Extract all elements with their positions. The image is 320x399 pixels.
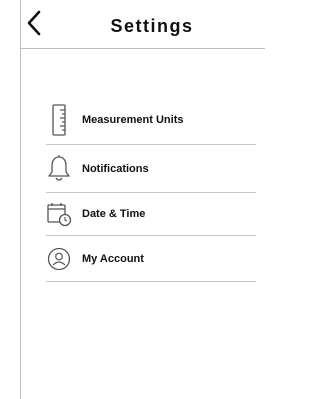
menu-item-label: My Account <box>82 252 144 265</box>
menu-item-my-account[interactable]: My Account <box>46 236 256 282</box>
settings-menu: Measurement Units Notifications Date & T… <box>46 96 256 282</box>
page-title: Settings <box>110 16 194 36</box>
header-bar: Settings <box>21 0 265 49</box>
left-frame-border <box>20 0 21 399</box>
menu-item-label: Date & Time <box>82 208 146 220</box>
menu-item-label: Notifications <box>82 162 149 175</box>
calendar-clock-icon <box>46 201 72 227</box>
bell-icon <box>46 154 72 184</box>
menu-item-notifications[interactable]: Notifications <box>46 145 256 193</box>
ruler-icon <box>46 104 72 136</box>
menu-item-measurement-units[interactable]: Measurement Units <box>46 96 256 145</box>
menu-item-label: Measurement Units <box>82 114 184 126</box>
menu-item-date-time[interactable]: Date & Time <box>46 193 256 236</box>
account-icon <box>46 247 72 271</box>
